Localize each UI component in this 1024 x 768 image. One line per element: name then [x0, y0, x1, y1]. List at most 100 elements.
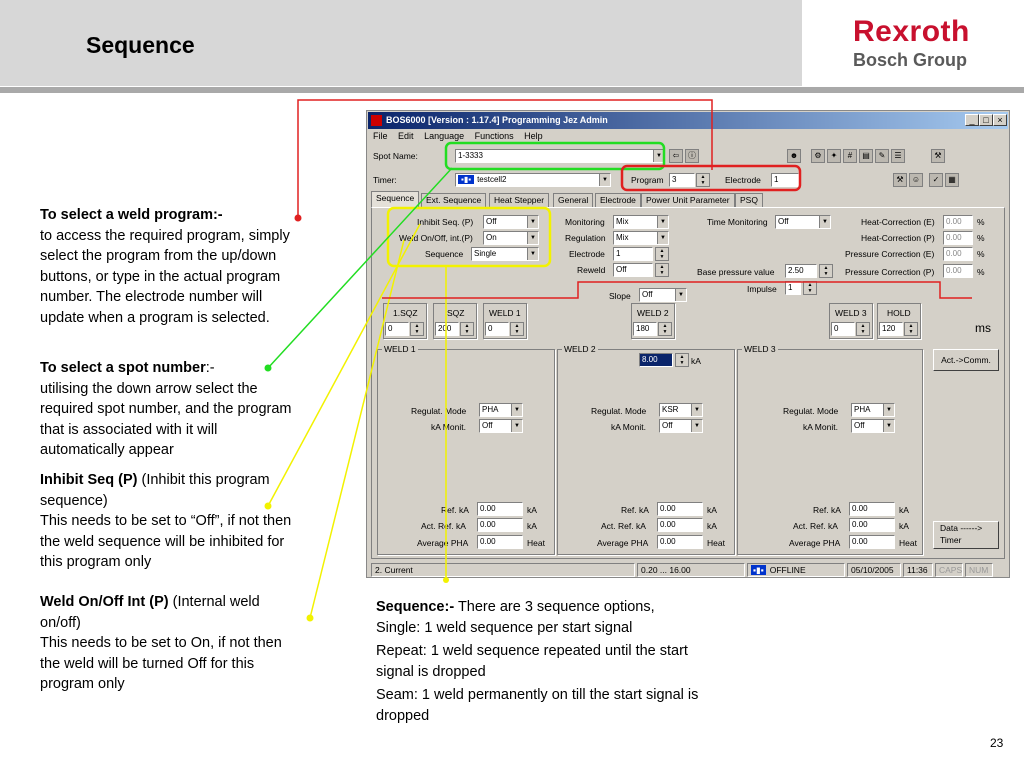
- check-icon[interactable]: ✓: [929, 173, 943, 187]
- weld2-time-stepper[interactable]: ▲ ▼: [658, 322, 672, 336]
- timer-select[interactable]: ▪▮▪ testcell2 ▼: [455, 173, 611, 187]
- regulation-select[interactable]: Mix ▼: [613, 231, 669, 245]
- ka-monit-label: kA Monit.: [611, 422, 646, 432]
- logo-bosch-group: Bosch Group: [853, 50, 968, 70]
- inhibit-seq-select[interactable]: Off ▼: [483, 215, 539, 229]
- minimize-button[interactable]: _: [965, 114, 979, 126]
- weld2-current-field[interactable]: 8.00: [639, 353, 673, 367]
- table-icon[interactable]: ▦: [945, 173, 959, 187]
- weld1-act-ref-ka-field[interactable]: 0.00: [477, 518, 523, 532]
- tab-sequence[interactable]: Sequence: [371, 191, 420, 207]
- weld2-ka-monit-select[interactable]: Off ▼: [659, 419, 703, 433]
- weld1-ref-ka-field[interactable]: 0.00: [477, 502, 523, 516]
- back-icon[interactable]: ⇦: [669, 149, 683, 163]
- electrode-field[interactable]: 1: [771, 173, 799, 187]
- info-icon[interactable]: ⓘ: [685, 149, 699, 163]
- weld1-regulat-mode-select[interactable]: PHA ▼: [479, 403, 523, 417]
- weld3-average-pha-field[interactable]: 0.00: [849, 535, 895, 549]
- time-monitoring-label: Time Monitoring: [707, 217, 768, 227]
- document-icon[interactable]: ▤: [859, 149, 873, 163]
- spot-name-select[interactable]: 1-3333 ▼: [455, 149, 665, 163]
- ka-unit: kA: [899, 521, 909, 531]
- regulation-label: Regulation: [565, 233, 606, 243]
- electrode-col-field[interactable]: 1: [613, 247, 653, 261]
- compass-icon[interactable]: ✦: [827, 149, 841, 163]
- weld2-regulat-mode-select[interactable]: KSR ▼: [659, 403, 703, 417]
- reweld-field[interactable]: Off: [613, 263, 653, 277]
- data-timer-button[interactable]: Data ------> Timer: [933, 521, 999, 549]
- electrode-stepper[interactable]: ▲ ▼: [655, 247, 669, 261]
- pressure-correction-p-label: Pressure Correction (P): [845, 267, 935, 277]
- person-icon[interactable]: ☺: [909, 173, 923, 187]
- user-icon[interactable]: ☻: [787, 149, 801, 163]
- weld2-average-pha-field[interactable]: 0.00: [657, 535, 703, 549]
- tools-icon[interactable]: ⚒: [931, 149, 945, 163]
- menu-help[interactable]: Help: [524, 131, 543, 141]
- program-field[interactable]: 3: [669, 173, 695, 187]
- sqz1-stepper[interactable]: ▲ ▼: [410, 322, 424, 336]
- impulse-stepper[interactable]: ▲ ▼: [803, 281, 817, 295]
- annotation-weld-program: To select a weld program:- to access the…: [40, 205, 298, 328]
- weld2-current-stepper[interactable]: ▲ ▼: [675, 353, 689, 367]
- weld1-ka-monit-select[interactable]: Off ▼: [479, 419, 523, 433]
- heat-correction-p-field[interactable]: 0.00: [943, 231, 973, 245]
- average-pha-label: Average PHA: [417, 538, 469, 548]
- time-monitoring-select[interactable]: Off ▼: [775, 215, 831, 229]
- close-button[interactable]: ×: [993, 114, 1007, 126]
- act-comm-button[interactable]: Act.->Comm.: [933, 349, 999, 371]
- weld2-time-field[interactable]: 180: [633, 322, 657, 336]
- weld3-ref-ka-field[interactable]: 0.00: [849, 502, 895, 516]
- weld3-time-field[interactable]: 0: [831, 322, 855, 336]
- weld-onoff-value: On: [486, 233, 497, 242]
- annotation-body: utilising the down arrow select the requ…: [40, 380, 292, 459]
- weld3-regulat-mode-select[interactable]: PHA ▼: [851, 403, 895, 417]
- impulse-field[interactable]: 1: [785, 281, 801, 295]
- annotation-line: Single: 1 weld sequence per start signal: [376, 619, 633, 636]
- tab-psq[interactable]: PSQ: [735, 193, 763, 207]
- tab-heat-stepper[interactable]: Heat Stepper: [489, 193, 550, 207]
- reweld-stepper[interactable]: ▲ ▼: [655, 263, 669, 277]
- annotation-heading: Weld On/Off Int (P): [40, 594, 169, 610]
- weld1-time-field[interactable]: 0: [485, 322, 509, 336]
- weld1-time-stepper[interactable]: ▲ ▼: [510, 322, 524, 336]
- annotation-weld-onoff: Weld On/Off Int (P) (Internal weld on/of…: [40, 592, 298, 695]
- tab-ext-sequence[interactable]: Ext. Sequence: [421, 193, 487, 207]
- edit-icon[interactable]: ✎: [875, 149, 889, 163]
- weld3-act-ref-ka-field[interactable]: 0.00: [849, 518, 895, 532]
- menu-functions[interactable]: Functions: [475, 131, 514, 141]
- tab-power-unit-parameter[interactable]: Power Unit Parameter: [641, 193, 735, 207]
- menu-file[interactable]: File: [373, 131, 388, 141]
- weld3-time-stepper[interactable]: ▲ ▼: [856, 322, 870, 336]
- sqz1-field[interactable]: 0: [385, 322, 409, 336]
- heat-unit: Heat: [527, 538, 545, 548]
- hold-field[interactable]: 120: [879, 322, 903, 336]
- pressure-correction-p-field[interactable]: 0.00: [943, 264, 973, 278]
- base-pressure-field[interactable]: 2.50: [785, 264, 817, 278]
- hold-stepper[interactable]: ▲ ▼: [904, 322, 918, 336]
- weld1-average-pha-field[interactable]: 0.00: [477, 535, 523, 549]
- heat-correction-e-field[interactable]: 0.00: [943, 215, 973, 229]
- sqz-field[interactable]: 200: [435, 322, 459, 336]
- slope-select[interactable]: Off ▼: [639, 288, 687, 302]
- monitoring-select[interactable]: Mix ▼: [613, 215, 669, 229]
- gear-icon[interactable]: ⚙: [811, 149, 825, 163]
- sequence-select[interactable]: Single ▼: [471, 247, 539, 261]
- base-pressure-stepper[interactable]: ▲ ▼: [819, 264, 833, 278]
- tab-general[interactable]: General: [553, 193, 594, 207]
- list-icon[interactable]: ☰: [891, 149, 905, 163]
- pressure-correction-e-field[interactable]: 0.00: [943, 247, 973, 261]
- hammer-icon[interactable]: ⚒: [893, 173, 907, 187]
- weld3-ka-monit-select[interactable]: Off ▼: [851, 419, 895, 433]
- menu-edit[interactable]: Edit: [398, 131, 414, 141]
- grid-icon[interactable]: #: [843, 149, 857, 163]
- sqz-stepper[interactable]: ▲ ▼: [460, 322, 474, 336]
- maximize-button[interactable]: □: [979, 114, 993, 126]
- ka-unit: kA: [707, 521, 717, 531]
- percent-unit: %: [977, 217, 985, 227]
- weld2-ref-ka-field[interactable]: 0.00: [657, 502, 703, 516]
- menu-language[interactable]: Language: [424, 131, 464, 141]
- weld-onoff-select[interactable]: On ▼: [483, 231, 539, 245]
- tab-electrode[interactable]: Electrode: [595, 193, 641, 207]
- weld2-act-ref-ka-field[interactable]: 0.00: [657, 518, 703, 532]
- program-stepper[interactable]: ▲ ▼: [696, 173, 710, 187]
